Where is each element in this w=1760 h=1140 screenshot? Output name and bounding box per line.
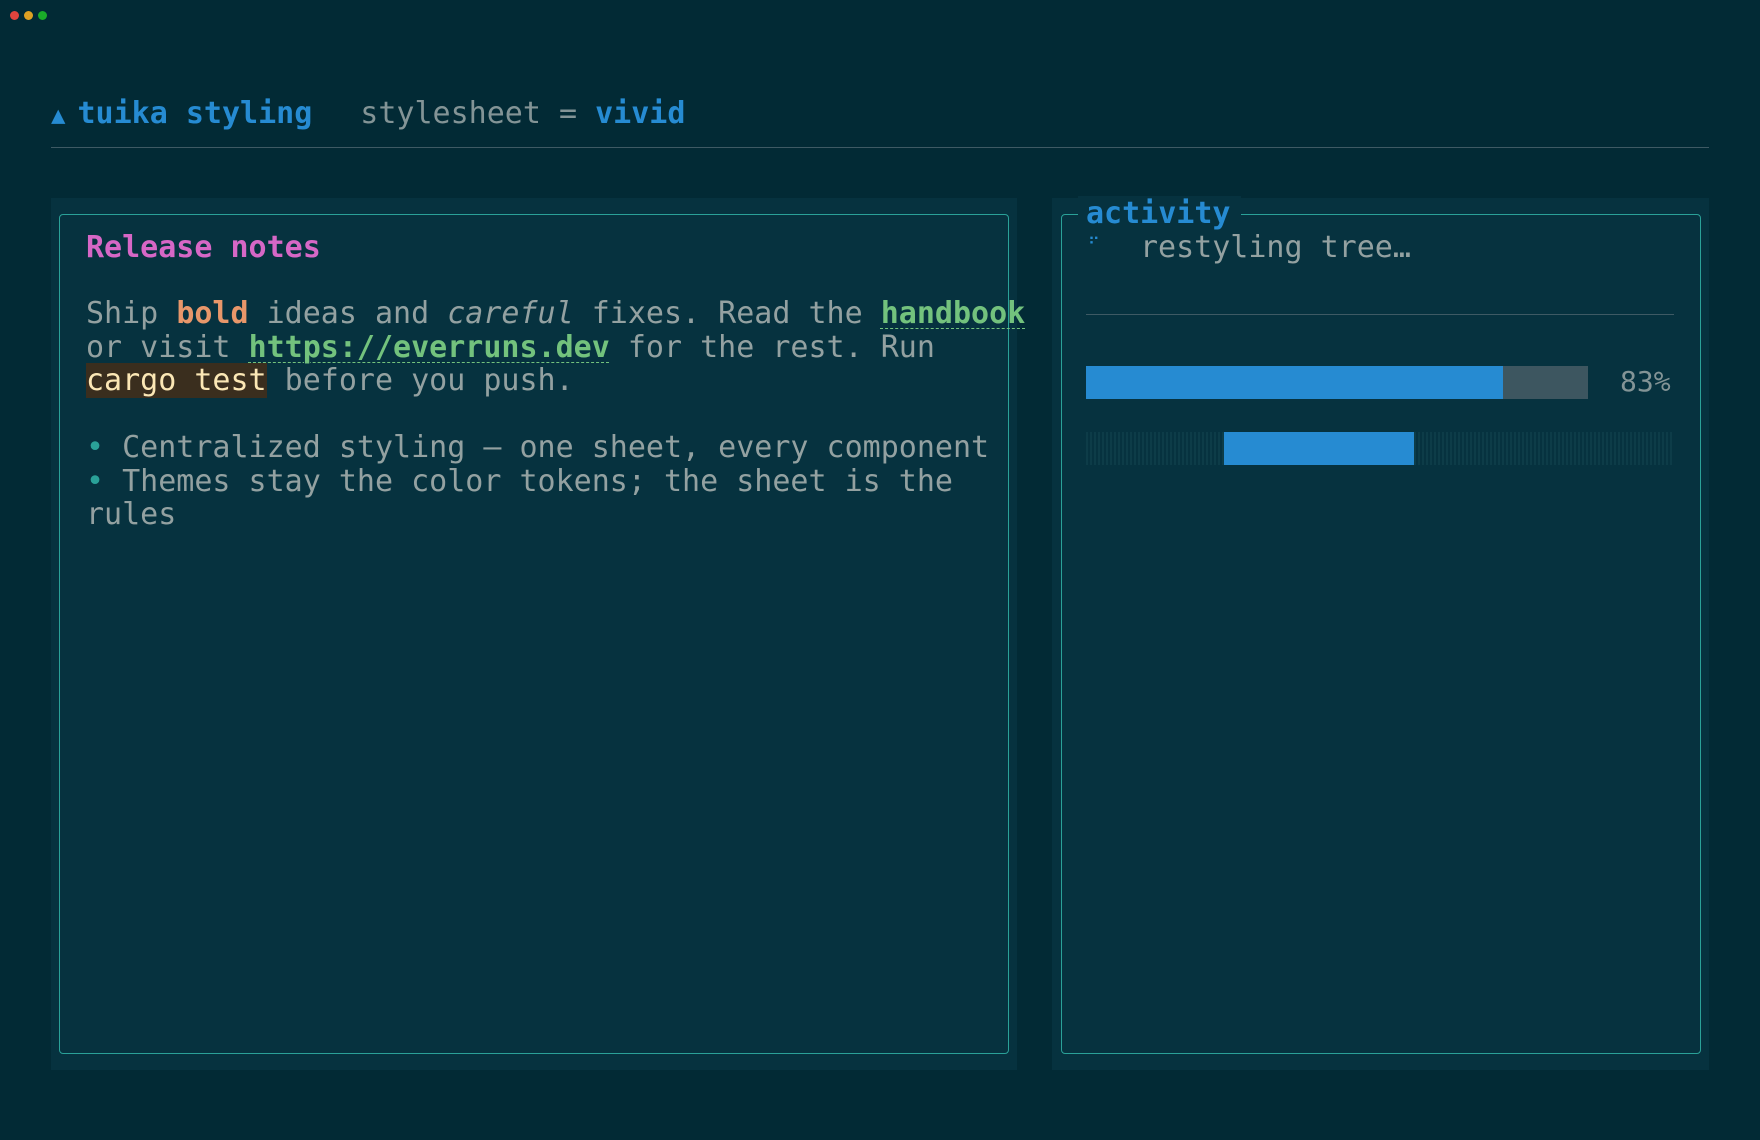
progress-bar-fill xyxy=(1086,366,1503,399)
progress-bar xyxy=(1086,366,1588,399)
window-controls xyxy=(10,11,47,20)
bullet-item: Themes stay the color tokens; the sheet … xyxy=(86,463,953,532)
indeterminate-progress-bar xyxy=(1086,432,1674,465)
header: ▲ tuika styling stylesheet = vivid xyxy=(51,96,685,133)
indeterminate-progress-fill xyxy=(1224,432,1414,465)
activity-status: restyling tree… xyxy=(1140,230,1411,265)
stylesheet-value: vivid xyxy=(595,96,686,131)
italic-text: careful xyxy=(447,296,574,331)
bullet-icon: • xyxy=(86,463,105,499)
bullet-icon: • xyxy=(86,430,105,465)
spinner-icon: ⠋ xyxy=(1088,234,1100,253)
text-segment: or visit xyxy=(86,329,231,365)
release-notes-title: Release notes xyxy=(86,230,321,265)
activity-frame xyxy=(1061,214,1701,1054)
inline-code: cargo test xyxy=(86,363,267,398)
header-divider xyxy=(51,147,1709,148)
text-segment: fixes. Read the xyxy=(573,296,881,331)
everruns-link[interactable]: https://everruns.dev xyxy=(249,330,610,365)
minimize-window-button[interactable] xyxy=(24,11,33,20)
app-title: tuika styling xyxy=(77,96,313,131)
text-segment: for the rest. Run xyxy=(627,329,935,365)
text-segment: Ship xyxy=(86,296,177,331)
text-segment: ideas and xyxy=(248,296,448,331)
progress-percent: 83% xyxy=(1620,365,1671,398)
stylesheet-label: stylesheet = xyxy=(360,96,578,131)
activity-divider xyxy=(1086,314,1674,315)
bold-text: bold xyxy=(176,296,249,331)
close-window-button[interactable] xyxy=(10,11,19,20)
activity-title: activity xyxy=(1078,196,1241,232)
release-notes-body: Ship bold ideas and careful fixes. Read … xyxy=(86,296,1025,532)
triangle-icon: ▲ xyxy=(51,101,66,129)
maximize-window-button[interactable] xyxy=(38,11,47,20)
handbook-link[interactable]: handbook xyxy=(881,296,1026,331)
text-segment: before you push. xyxy=(266,363,574,398)
bullet-item: Centralized styling — one sheet, every c… xyxy=(104,430,990,465)
